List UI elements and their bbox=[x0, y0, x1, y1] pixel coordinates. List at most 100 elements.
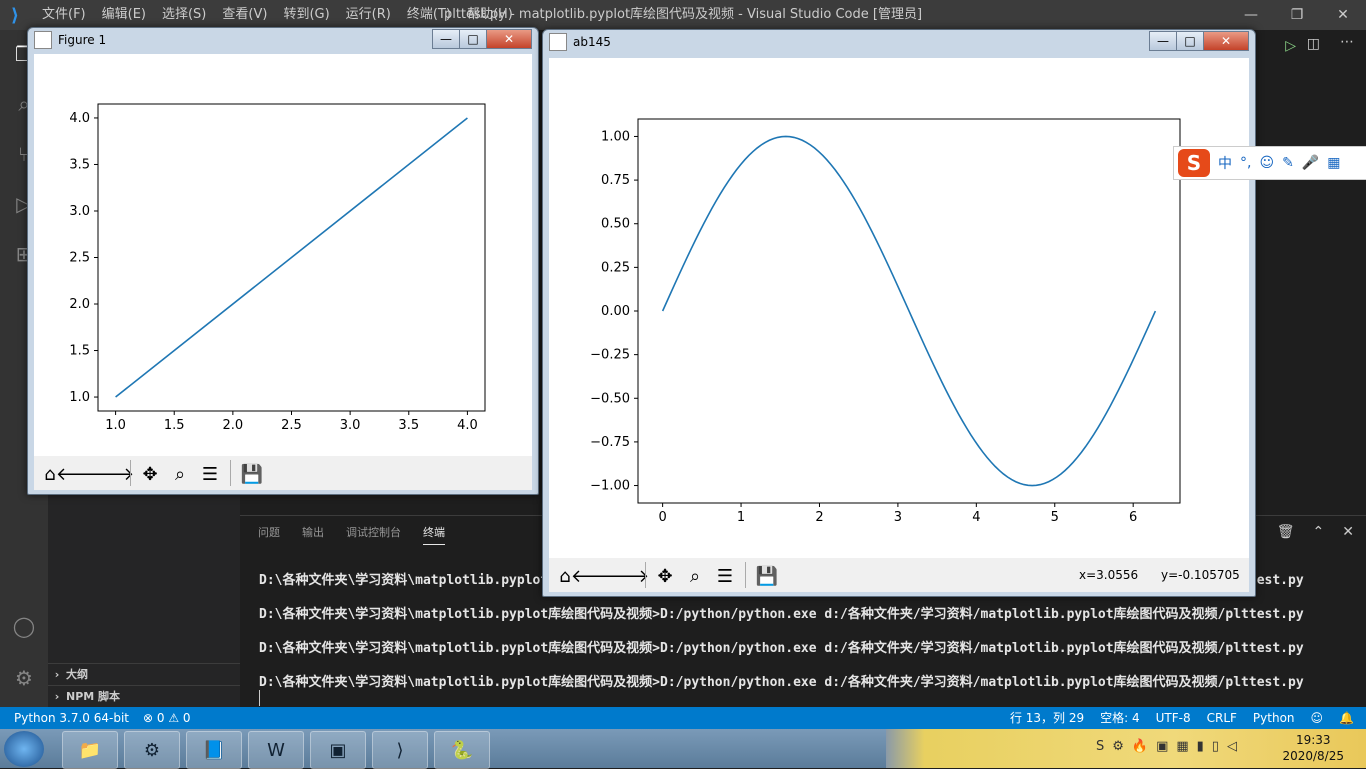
y-tick-label: −0.75 bbox=[590, 435, 630, 450]
menu-view[interactable]: 查看(V) bbox=[214, 0, 275, 30]
outline-section[interactable]: › 大纲 bbox=[48, 663, 240, 686]
forward-icon[interactable]: 🡒 bbox=[86, 460, 134, 488]
forward-icon[interactable]: 🡒 bbox=[601, 562, 649, 590]
trash-icon[interactable]: 🗑 bbox=[1277, 524, 1295, 540]
system-tray: S⚙🔥▣▦▮▯◁ 19:33 2020/8/25 bbox=[886, 729, 1366, 768]
tab-output[interactable]: 输出 bbox=[302, 524, 324, 545]
pen-icon[interactable]: ✎ bbox=[1282, 155, 1294, 171]
zoom-icon[interactable]: ⌕ bbox=[166, 460, 194, 488]
close-icon[interactable]: ✕ bbox=[486, 29, 532, 49]
figure2-toolbar: ⌂ 🡐 🡒 ✥ ⌕ ☰ 💾 x=3.0556 y=-0.105705 bbox=[549, 558, 1249, 592]
menu-file[interactable]: 文件(F) bbox=[34, 0, 94, 30]
x-tick-label: 2 bbox=[815, 510, 823, 525]
configure-subplots-icon[interactable]: ☰ bbox=[711, 562, 739, 590]
save-icon[interactable]: 💾 bbox=[753, 562, 781, 590]
window-taskbar-icon[interactable]: ▣ bbox=[310, 731, 366, 769]
series-line bbox=[115, 117, 468, 398]
maximize-icon[interactable]: □ bbox=[459, 29, 487, 49]
x-tick-label: 2.5 bbox=[281, 418, 302, 433]
pan-icon[interactable]: ✥ bbox=[136, 460, 164, 488]
npm-scripts-section[interactable]: › NPM 脚本 bbox=[48, 685, 240, 708]
python-interpreter[interactable]: Python 3.7.0 64-bit bbox=[14, 707, 129, 729]
tab-terminal[interactable]: 终端 bbox=[423, 524, 445, 545]
figure2-window: ab145 — □ ✕ 0 1 2 3 4 5 6 1.00 0.75 0.50 0.25 0.00 −… bbox=[542, 29, 1256, 597]
chevron-right-icon: › bbox=[54, 690, 60, 703]
problems-count[interactable]: ⊗ 0 ⚠ 0 bbox=[143, 707, 191, 729]
x-tick-label: 3 bbox=[894, 510, 902, 525]
start-button[interactable] bbox=[4, 731, 44, 767]
maximize-panel-icon[interactable]: ⌃ bbox=[1313, 524, 1325, 540]
figure2-chart: 0 1 2 3 4 5 6 1.00 0.75 0.50 0.25 0.00 −0.25 −0.50 −0.… bbox=[590, 118, 1181, 525]
tab-debug-console[interactable]: 调试控制台 bbox=[346, 524, 401, 545]
y-tick-label: −0.25 bbox=[590, 348, 630, 363]
gear-icon[interactable]: ⚙ bbox=[8, 662, 40, 694]
menu-terminal[interactable]: 终端(T) bbox=[399, 0, 459, 30]
ime-mode[interactable]: 中 bbox=[1218, 153, 1232, 173]
indentation[interactable]: 空格: 4 bbox=[1100, 707, 1140, 729]
pan-icon[interactable]: ✥ bbox=[651, 562, 679, 590]
x-tick-label: 4 bbox=[972, 510, 980, 525]
grid-icon[interactable]: ▦ bbox=[1327, 155, 1340, 171]
menu-selection[interactable]: 选择(S) bbox=[154, 0, 214, 30]
python-taskbar-icon[interactable]: 🐍 bbox=[434, 731, 490, 769]
explorer-taskbar-icon[interactable]: 📁 bbox=[62, 731, 118, 769]
y-tick-label: −0.50 bbox=[590, 391, 630, 406]
close-panel-icon[interactable]: ✕ bbox=[1342, 524, 1354, 540]
figure1-canvas: 1.0 1.5 2.0 2.5 3.0 3.5 4.0 1.0 1.5 2.0 2.5 3.0 3.5 4… bbox=[34, 54, 532, 456]
series-line bbox=[661, 135, 1157, 487]
more-icon[interactable]: ⋯ bbox=[1340, 34, 1354, 50]
account-icon[interactable]: ◯ bbox=[8, 610, 40, 642]
x-tick-label: 3.5 bbox=[398, 418, 419, 433]
tray-icons[interactable]: S⚙🔥▣▦▮▯◁ bbox=[1096, 739, 1245, 754]
menu-run[interactable]: 运行(R) bbox=[338, 0, 399, 30]
mic-icon[interactable]: 🎤 bbox=[1302, 155, 1319, 171]
zoom-icon[interactable]: ⌕ bbox=[681, 562, 709, 590]
clock[interactable]: 19:33 2020/8/25 bbox=[1282, 732, 1344, 764]
y-tick-label: 1.00 bbox=[601, 129, 630, 144]
ime-toolbar: S 中 °, ☺ ✎ 🎤 ▦ bbox=[1173, 146, 1366, 180]
emoji-icon[interactable]: ☺ bbox=[1259, 155, 1274, 171]
menu-bar: 文件(F) 编辑(E) 选择(S) 查看(V) 转到(G) 运行(R) 终端(T… bbox=[34, 0, 521, 30]
app-taskbar-icon[interactable]: ⚙ bbox=[124, 731, 180, 769]
book-taskbar-icon[interactable]: 📘 bbox=[186, 731, 242, 769]
outline-label: 大纲 bbox=[66, 668, 88, 681]
bell-icon[interactable]: 🔔 bbox=[1339, 707, 1354, 729]
configure-subplots-icon[interactable]: ☰ bbox=[196, 460, 224, 488]
y-tick-label: 1.0 bbox=[69, 390, 90, 405]
close-icon[interactable]: ✕ bbox=[1203, 31, 1249, 51]
sogou-logo-icon[interactable]: S bbox=[1178, 149, 1210, 177]
y-tick-label: 2.0 bbox=[69, 297, 90, 312]
encoding[interactable]: UTF-8 bbox=[1156, 707, 1191, 729]
feedback-icon[interactable]: ☺ bbox=[1311, 707, 1324, 729]
minimize-icon[interactable]: — bbox=[1228, 0, 1274, 30]
menu-go[interactable]: 转到(G) bbox=[275, 0, 337, 30]
figure1-chart: 1.0 1.5 2.0 2.5 3.0 3.5 4.0 1.0 1.5 2.0 2.5 3.0 3.5 4… bbox=[69, 103, 486, 433]
x-tick-label: 2.0 bbox=[223, 418, 244, 433]
restore-icon[interactable]: ❐ bbox=[1274, 0, 1320, 30]
punctuation-icon[interactable]: °, bbox=[1240, 155, 1251, 171]
vscode-logo-icon: ⟩ bbox=[10, 4, 20, 26]
save-icon[interactable]: 💾 bbox=[238, 460, 266, 488]
split-editor-icon[interactable]: ◫ bbox=[1307, 36, 1320, 52]
y-tick-label: 2.5 bbox=[69, 251, 90, 266]
minimize-icon[interactable]: — bbox=[432, 29, 460, 49]
line-ending[interactable]: CRLF bbox=[1207, 707, 1237, 729]
vscode-taskbar-icon[interactable]: ⟩ bbox=[372, 731, 428, 769]
x-tick-label: 0 bbox=[658, 510, 666, 525]
minimize-icon[interactable]: — bbox=[1149, 31, 1177, 51]
menu-edit[interactable]: 编辑(E) bbox=[94, 0, 154, 30]
x-tick-label: 1 bbox=[737, 510, 745, 525]
close-icon[interactable]: ✕ bbox=[1320, 0, 1366, 30]
toolbar-separator bbox=[745, 562, 746, 588]
run-icon[interactable]: ▷ bbox=[1285, 38, 1296, 54]
x-tick-label: 5 bbox=[1051, 510, 1059, 525]
language-mode[interactable]: Python bbox=[1253, 707, 1295, 729]
maximize-icon[interactable]: □ bbox=[1176, 31, 1204, 51]
wps-taskbar-icon[interactable]: W bbox=[248, 731, 304, 769]
figure-window-icon bbox=[34, 31, 52, 49]
menu-help[interactable]: 帮助(H) bbox=[459, 0, 521, 30]
terminal-line: D:\各种文件夹\学习资料\matplotlib.pyplot库绘图代码及视频>… bbox=[259, 641, 1304, 656]
tab-problems[interactable]: 问题 bbox=[258, 524, 280, 545]
toolbar-separator bbox=[230, 460, 231, 486]
cursor-position[interactable]: 行 13，列 29 bbox=[1010, 707, 1084, 729]
